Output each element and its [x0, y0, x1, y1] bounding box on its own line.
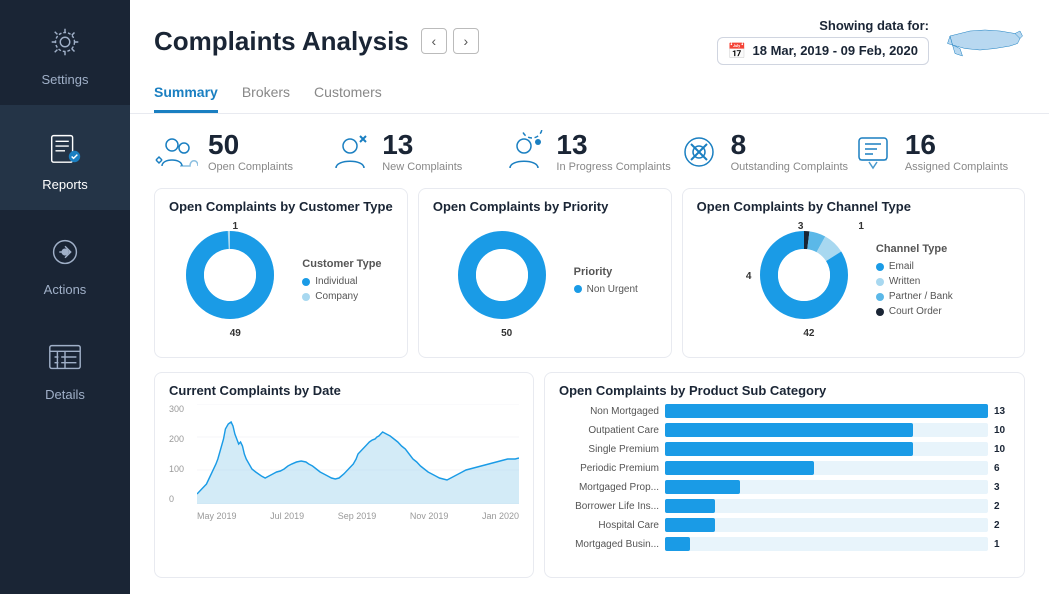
- legend-priority: Priority Non Urgent: [574, 266, 638, 295]
- line-svg-wrap: [197, 404, 519, 504]
- sidebar-label-details: Details: [45, 387, 85, 402]
- showing-label: Showing data for:: [717, 18, 929, 33]
- chart-channel: Open Complaints by Channel Type 3 1 4: [682, 188, 1025, 358]
- actions-icon: [41, 228, 89, 276]
- dashboard-content: 50 Open Complaints 13 New Complaints: [130, 114, 1049, 594]
- settings-icon: [41, 18, 89, 66]
- chart-customer-title: Open Complaints by Customer Type: [169, 199, 393, 214]
- legend-channel: Channel Type Email Written Partner / Ban…: [876, 243, 953, 317]
- page-title: Complaints Analysis: [154, 26, 409, 57]
- bar-item-3: Periodic Premium 6: [559, 461, 1010, 475]
- stat-assigned: 16 Assigned Complaints: [851, 130, 1025, 174]
- sidebar-item-actions[interactable]: Actions: [0, 210, 130, 315]
- stat-outstanding: 8 Outstanding Complaints: [677, 130, 851, 174]
- sidebar-label-actions: Actions: [44, 282, 87, 297]
- legend-priority-title: Priority: [574, 266, 638, 278]
- details-icon: [41, 333, 89, 381]
- calendar-icon: 📅: [728, 42, 747, 60]
- date-range-text: 18 Mar, 2019 - 09 Feb, 2020: [753, 43, 919, 58]
- stat-new: 13 New Complaints: [328, 130, 502, 174]
- stat-new-number: 13: [382, 131, 462, 159]
- y-axis-labels: 300 200 100 0: [169, 404, 194, 504]
- channel-label-3: 3: [798, 221, 804, 232]
- donut-channel: 3 1 4: [754, 225, 864, 335]
- channel-label-42: 42: [803, 328, 814, 339]
- x-axis-labels: May 2019 Jul 2019 Sep 2019 Nov 2019 Jan …: [197, 508, 519, 524]
- date-filter: Showing data for: 📅 18 Mar, 2019 - 09 Fe…: [717, 16, 1025, 66]
- stat-open-number: 50: [208, 131, 293, 159]
- chart-priority: Open Complaints by Priority 50 Priority …: [418, 188, 672, 358]
- legend-customer-title: Customer Type: [302, 258, 381, 270]
- stat-outstanding-number: 8: [731, 131, 848, 159]
- channel-label-4: 4: [746, 271, 752, 282]
- tabs: Summary Brokers Customers: [154, 76, 1025, 113]
- main-content: Complaints Analysis ‹ › Showing data for…: [130, 0, 1049, 594]
- stat-assigned-label: Assigned Complaints: [905, 161, 1008, 173]
- chart-line-title: Current Complaints by Date: [169, 383, 519, 398]
- charts-row: Open Complaints by Customer Type 1 49 Cu…: [154, 188, 1025, 358]
- date-range[interactable]: 📅 18 Mar, 2019 - 09 Feb, 2020: [717, 37, 929, 65]
- stat-inprogress-label: In Progress Complaints: [556, 161, 670, 173]
- next-arrow[interactable]: ›: [453, 28, 479, 54]
- chart-customer-type: Open Complaints by Customer Type 1 49 Cu…: [154, 188, 408, 358]
- channel-label-1: 1: [858, 221, 864, 232]
- line-chart-area: 300 200 100 0: [169, 404, 519, 524]
- chart-channel-title: Open Complaints by Channel Type: [697, 199, 1010, 214]
- sidebar-item-details[interactable]: Details: [0, 315, 130, 420]
- stat-inprogress-number: 13: [556, 131, 670, 159]
- chart-bar-title: Open Complaints by Product Sub Category: [559, 383, 1010, 398]
- sidebar-label-settings: Settings: [42, 72, 89, 87]
- tab-customers[interactable]: Customers: [314, 76, 382, 113]
- tab-summary[interactable]: Summary: [154, 76, 218, 113]
- reports-icon: [41, 123, 89, 171]
- donut-priority-label-bottom: 50: [501, 328, 512, 339]
- chart-bar: Open Complaints by Product Sub Category …: [544, 372, 1025, 578]
- stat-outstanding-label: Outstanding Complaints: [731, 161, 848, 173]
- chart-priority-title: Open Complaints by Priority: [433, 199, 657, 214]
- nav-arrows: ‹ ›: [421, 28, 479, 54]
- legend-channel-title: Channel Type: [876, 243, 953, 255]
- page-header: Complaints Analysis ‹ › Showing data for…: [130, 0, 1049, 114]
- stat-open: 50 Open Complaints: [154, 130, 328, 174]
- stats-row: 50 Open Complaints 13 New Complaints: [154, 130, 1025, 174]
- stat-open-label: Open Complaints: [208, 161, 293, 173]
- sidebar-item-settings[interactable]: Settings: [0, 0, 130, 105]
- bar-item-6: Hospital Care 2: [559, 518, 1010, 532]
- us-map: [945, 16, 1025, 66]
- bar-item-1: Outpatient Care 10: [559, 423, 1010, 437]
- donut-priority: 50: [452, 225, 562, 335]
- tab-brokers[interactable]: Brokers: [242, 76, 290, 113]
- stat-inprogress: 13 In Progress Complaints: [502, 130, 676, 174]
- sidebar: Settings Reports Actions: [0, 0, 130, 594]
- bar-item-7: Mortgaged Busin... 1: [559, 537, 1010, 551]
- prev-arrow[interactable]: ‹: [421, 28, 447, 54]
- stat-new-label: New Complaints: [382, 161, 462, 173]
- bar-item-4: Mortgaged Prop... 3: [559, 480, 1010, 494]
- stat-assigned-number: 16: [905, 131, 1008, 159]
- bar-item-2: Single Premium 10: [559, 442, 1010, 456]
- sidebar-label-reports: Reports: [42, 177, 88, 192]
- bar-item-0: Non Mortgaged 13: [559, 404, 1010, 418]
- bar-list: Non Mortgaged 13 Outpatient Care 10 Sing…: [559, 404, 1010, 551]
- legend-customer: Customer Type Individual Company: [302, 258, 381, 302]
- donut-customer-label-bottom: 49: [230, 328, 241, 339]
- bottom-row: Current Complaints by Date 300 200 100 0: [154, 372, 1025, 578]
- donut-customer: 1 49: [180, 225, 290, 335]
- sidebar-item-reports[interactable]: Reports: [0, 105, 130, 210]
- bar-item-5: Borrower Life Ins... 2: [559, 499, 1010, 513]
- chart-line: Current Complaints by Date 300 200 100 0: [154, 372, 534, 578]
- donut-customer-label-top: 1: [233, 221, 239, 232]
